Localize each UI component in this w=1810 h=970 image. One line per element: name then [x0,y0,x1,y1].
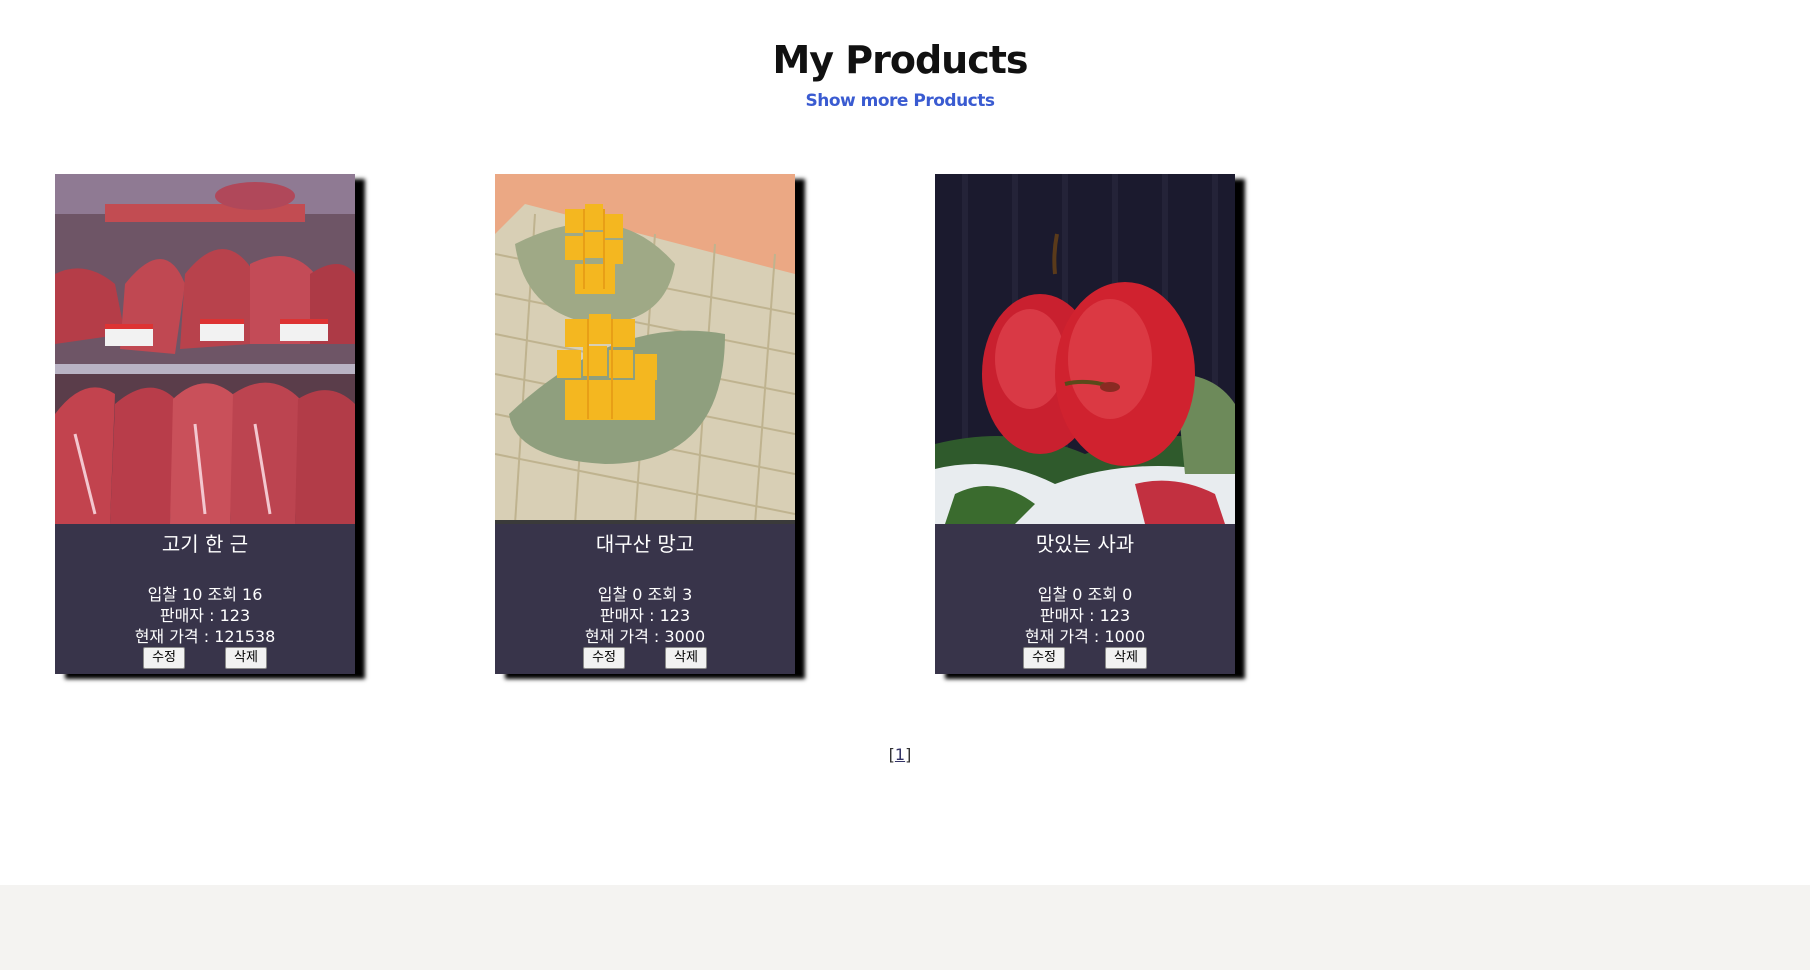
bids-views-text: 입찰 10 조회 16 [147,585,263,604]
card-actions: 수정 삭제 [935,647,1235,669]
meat-image [55,174,355,524]
product-card[interactable]: 대구산 망고 입찰 0 조회 3 판매자 : 123 현재 가격 : 3000 … [495,174,795,674]
product-name[interactable]: 대구산 망고 [495,532,795,556]
mango-image [495,174,795,524]
seller-text: 판매자 : 123 [159,606,251,625]
seller-text: 판매자 : 123 [599,606,691,625]
page-header: My Products Show more Products [0,30,1800,112]
product-stats: 입찰 10 조회 16 판매자 : 123 현재 가격 : 121538 [55,584,355,647]
bids-views-text: 입찰 0 조회 3 [597,585,693,604]
pagination: [1] [0,745,1800,764]
seller-text: 판매자 : 123 [1039,606,1131,625]
show-more-products-link[interactable]: Show more Products [806,90,996,112]
apple-image [935,174,1235,524]
card-actions: 수정 삭제 [495,647,795,669]
product-card[interactable]: 맛있는 사과 입찰 0 조회 0 판매자 : 123 현재 가격 : 1000 … [935,174,1235,674]
product-stats: 입찰 0 조회 3 판매자 : 123 현재 가격 : 3000 [495,584,795,647]
page-title: My Products [772,38,1028,82]
pagination-bracket-close: ] [905,745,912,764]
edit-button[interactable]: 수정 [1023,647,1065,669]
mango-photo [495,174,795,524]
price-text: 현재 가격 : 121538 [134,627,276,646]
bids-views-text: 입찰 0 조회 0 [1037,585,1133,604]
delete-button[interactable]: 삭제 [225,647,267,669]
product-name[interactable]: 고기 한 근 [55,532,355,556]
meat-photo [55,174,355,524]
price-text: 현재 가격 : 3000 [584,627,706,646]
product-name[interactable]: 맛있는 사과 [935,532,1235,556]
edit-button[interactable]: 수정 [143,647,185,669]
card-actions: 수정 삭제 [55,647,355,669]
apple-photo [935,174,1235,524]
delete-button[interactable]: 삭제 [665,647,707,669]
page: My Products Show more Products 고기 한 근 입찰… [0,0,1810,970]
page-link-1[interactable]: 1 [895,745,905,764]
price-text: 현재 가격 : 1000 [1024,627,1146,646]
product-card[interactable]: 고기 한 근 입찰 10 조회 16 판매자 : 123 현재 가격 : 121… [55,174,355,674]
footer [0,885,1810,970]
edit-button[interactable]: 수정 [583,647,625,669]
delete-button[interactable]: 삭제 [1105,647,1147,669]
product-stats: 입찰 0 조회 0 판매자 : 123 현재 가격 : 1000 [935,584,1235,647]
